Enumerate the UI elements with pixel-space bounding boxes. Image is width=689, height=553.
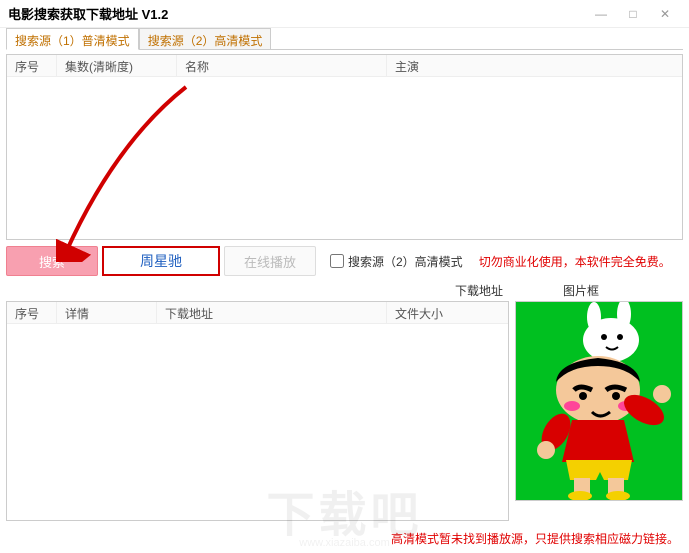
cartoon-image-icon [516,302,683,501]
tab-source1-normal[interactable]: 搜索源（1）普清模式 [6,28,139,50]
dl-col-filesize: 文件大小 [387,302,508,323]
tab-source2-hd[interactable]: 搜索源（2）高清模式 [139,28,272,49]
downloads-table-header: 序号 详情 下载地址 文件大小 [7,302,508,324]
col-cast: 主演 [387,55,682,76]
titlebar: 电影搜索获取下载地址 V1.2 — □ ✕ [0,0,689,28]
hd-mode-checkbox[interactable] [330,254,344,268]
tab-strip: 搜索源（1）普清模式 搜索源（2）高清模式 [6,28,683,50]
picture-box [515,301,683,501]
col-episodes: 集数(清晰度) [57,55,177,76]
usage-warning: 切勿商业化使用，本软件完全免费。 [479,253,671,270]
search-input[interactable]: 周星驰 [102,246,220,276]
results-table[interactable]: 序号 集数(清晰度) 名称 主演 [6,54,683,240]
picture-panel [515,301,683,521]
downloads-table[interactable]: 序号 详情 下载地址 文件大小 [6,301,509,521]
search-input-value: 周星驰 [140,251,182,271]
lower-row: 序号 详情 下载地址 文件大小 [0,301,689,521]
results-table-header: 序号 集数(清晰度) 名称 主演 [7,55,682,77]
picture-frame-label: 图片框 [563,282,683,299]
dl-col-index: 序号 [7,302,57,323]
col-name: 名称 [177,55,387,76]
labels-row: 下载地址 图片框 [0,282,689,301]
hd-mode-checkbox-wrap: 搜索源（2）高清模式 [330,253,463,270]
dl-col-detail: 详情 [57,302,157,323]
hd-mode-checkbox-label: 搜索源（2）高清模式 [348,253,463,270]
download-address-label: 下载地址 [455,282,503,299]
minimize-button[interactable]: — [585,2,617,26]
window-controls: — □ ✕ [585,2,681,26]
search-button[interactable]: 搜索 [6,246,98,276]
play-online-button: 在线播放 [224,246,316,276]
window-title: 电影搜索获取下载地址 V1.2 [8,4,585,23]
hd-mode-note: 高清模式暂未找到播放源，只提供搜索相应磁力链接。 [391,530,679,547]
action-row: 搜索 周星驰 在线播放 搜索源（2）高清模式 切勿商业化使用，本软件完全免费。 [0,246,689,282]
dl-col-address: 下载地址 [157,302,387,323]
close-button[interactable]: ✕ [649,2,681,26]
watermark-url: www.xiazaiba.com [299,537,389,549]
col-index: 序号 [7,55,57,76]
maximize-button[interactable]: □ [617,2,649,26]
